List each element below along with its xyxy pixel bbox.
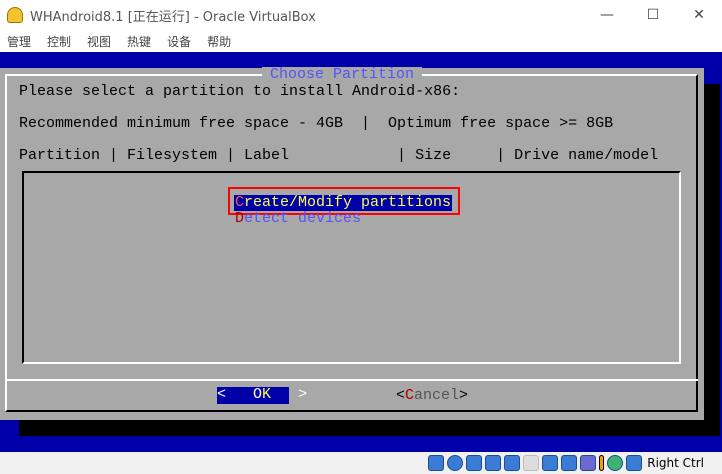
- recording-icon[interactable]: [580, 455, 597, 471]
- cancel-button[interactable]: <Cancel>: [396, 388, 468, 404]
- menu-view[interactable]: 视图: [87, 33, 111, 50]
- menu-bar: 管理 控制 视图 热键 设备 帮助: [0, 30, 722, 52]
- hotkey: C: [405, 387, 415, 404]
- choose-partition-dialog: Choose Partition Please select a partiti…: [0, 67, 704, 420]
- column-headers: Partition | Filesystem | Label | Size | …: [19, 147, 659, 164]
- bracket: >: [459, 387, 469, 404]
- hdd-icon[interactable]: [428, 455, 445, 471]
- menu-devices[interactable]: 设备: [167, 33, 191, 50]
- shared-folder-icon[interactable]: [523, 455, 540, 471]
- minimize-button[interactable]: —: [584, 0, 630, 30]
- maximize-button[interactable]: ☐: [630, 0, 676, 30]
- dialog-shadow: [704, 84, 720, 436]
- arrow-down-icon[interactable]: [626, 455, 643, 471]
- ok-button[interactable]: < OK >: [217, 386, 307, 404]
- divider: [7, 379, 698, 381]
- capture-icon[interactable]: [561, 455, 578, 471]
- hotkey: D: [235, 210, 245, 227]
- bracket: >: [298, 386, 308, 403]
- mouse-integration-icon[interactable]: [607, 455, 624, 471]
- host-key: Right Ctrl: [647, 456, 704, 470]
- network-icon[interactable]: [485, 455, 502, 471]
- optical-icon[interactable]: [447, 455, 464, 471]
- window-title: WHAndroid8.1 [正在运行] - Oracle VirtualBox: [30, 9, 316, 25]
- prompt-text: Please select a partition to install And…: [19, 83, 461, 100]
- space-info: Recommended minimum free space - 4GB | O…: [19, 115, 614, 132]
- status-bar: Right Ctrl: [0, 452, 722, 474]
- menu-manage[interactable]: 管理: [7, 33, 31, 50]
- usb-icon[interactable]: [504, 455, 521, 471]
- menu-control[interactable]: 控制: [47, 33, 71, 50]
- bracket: <: [396, 387, 406, 404]
- ok-label: O: [253, 386, 263, 403]
- bracket: <: [217, 386, 227, 403]
- virtualbox-icon: [7, 7, 23, 23]
- menu-item-detect-devices[interactable]: Detect devices: [235, 211, 361, 227]
- cancel-label: ancel: [414, 387, 460, 404]
- close-button[interactable]: ✕: [676, 0, 722, 30]
- vm-screen[interactable]: Choose Partition Please select a partiti…: [0, 52, 722, 452]
- dialog-title: Choose Partition: [262, 67, 423, 83]
- audio-icon[interactable]: [466, 455, 483, 471]
- menu-help[interactable]: 帮助: [207, 33, 231, 50]
- hotkey: K: [262, 386, 272, 403]
- item-label: etect devices: [244, 210, 362, 227]
- display-icon[interactable]: [542, 455, 559, 471]
- cpu-icon: [599, 455, 605, 471]
- title-bar: WHAndroid8.1 [正在运行] - Oracle VirtualBox …: [0, 0, 722, 30]
- menu-hotkey[interactable]: 热键: [127, 33, 151, 50]
- dialog-shadow: [19, 420, 720, 436]
